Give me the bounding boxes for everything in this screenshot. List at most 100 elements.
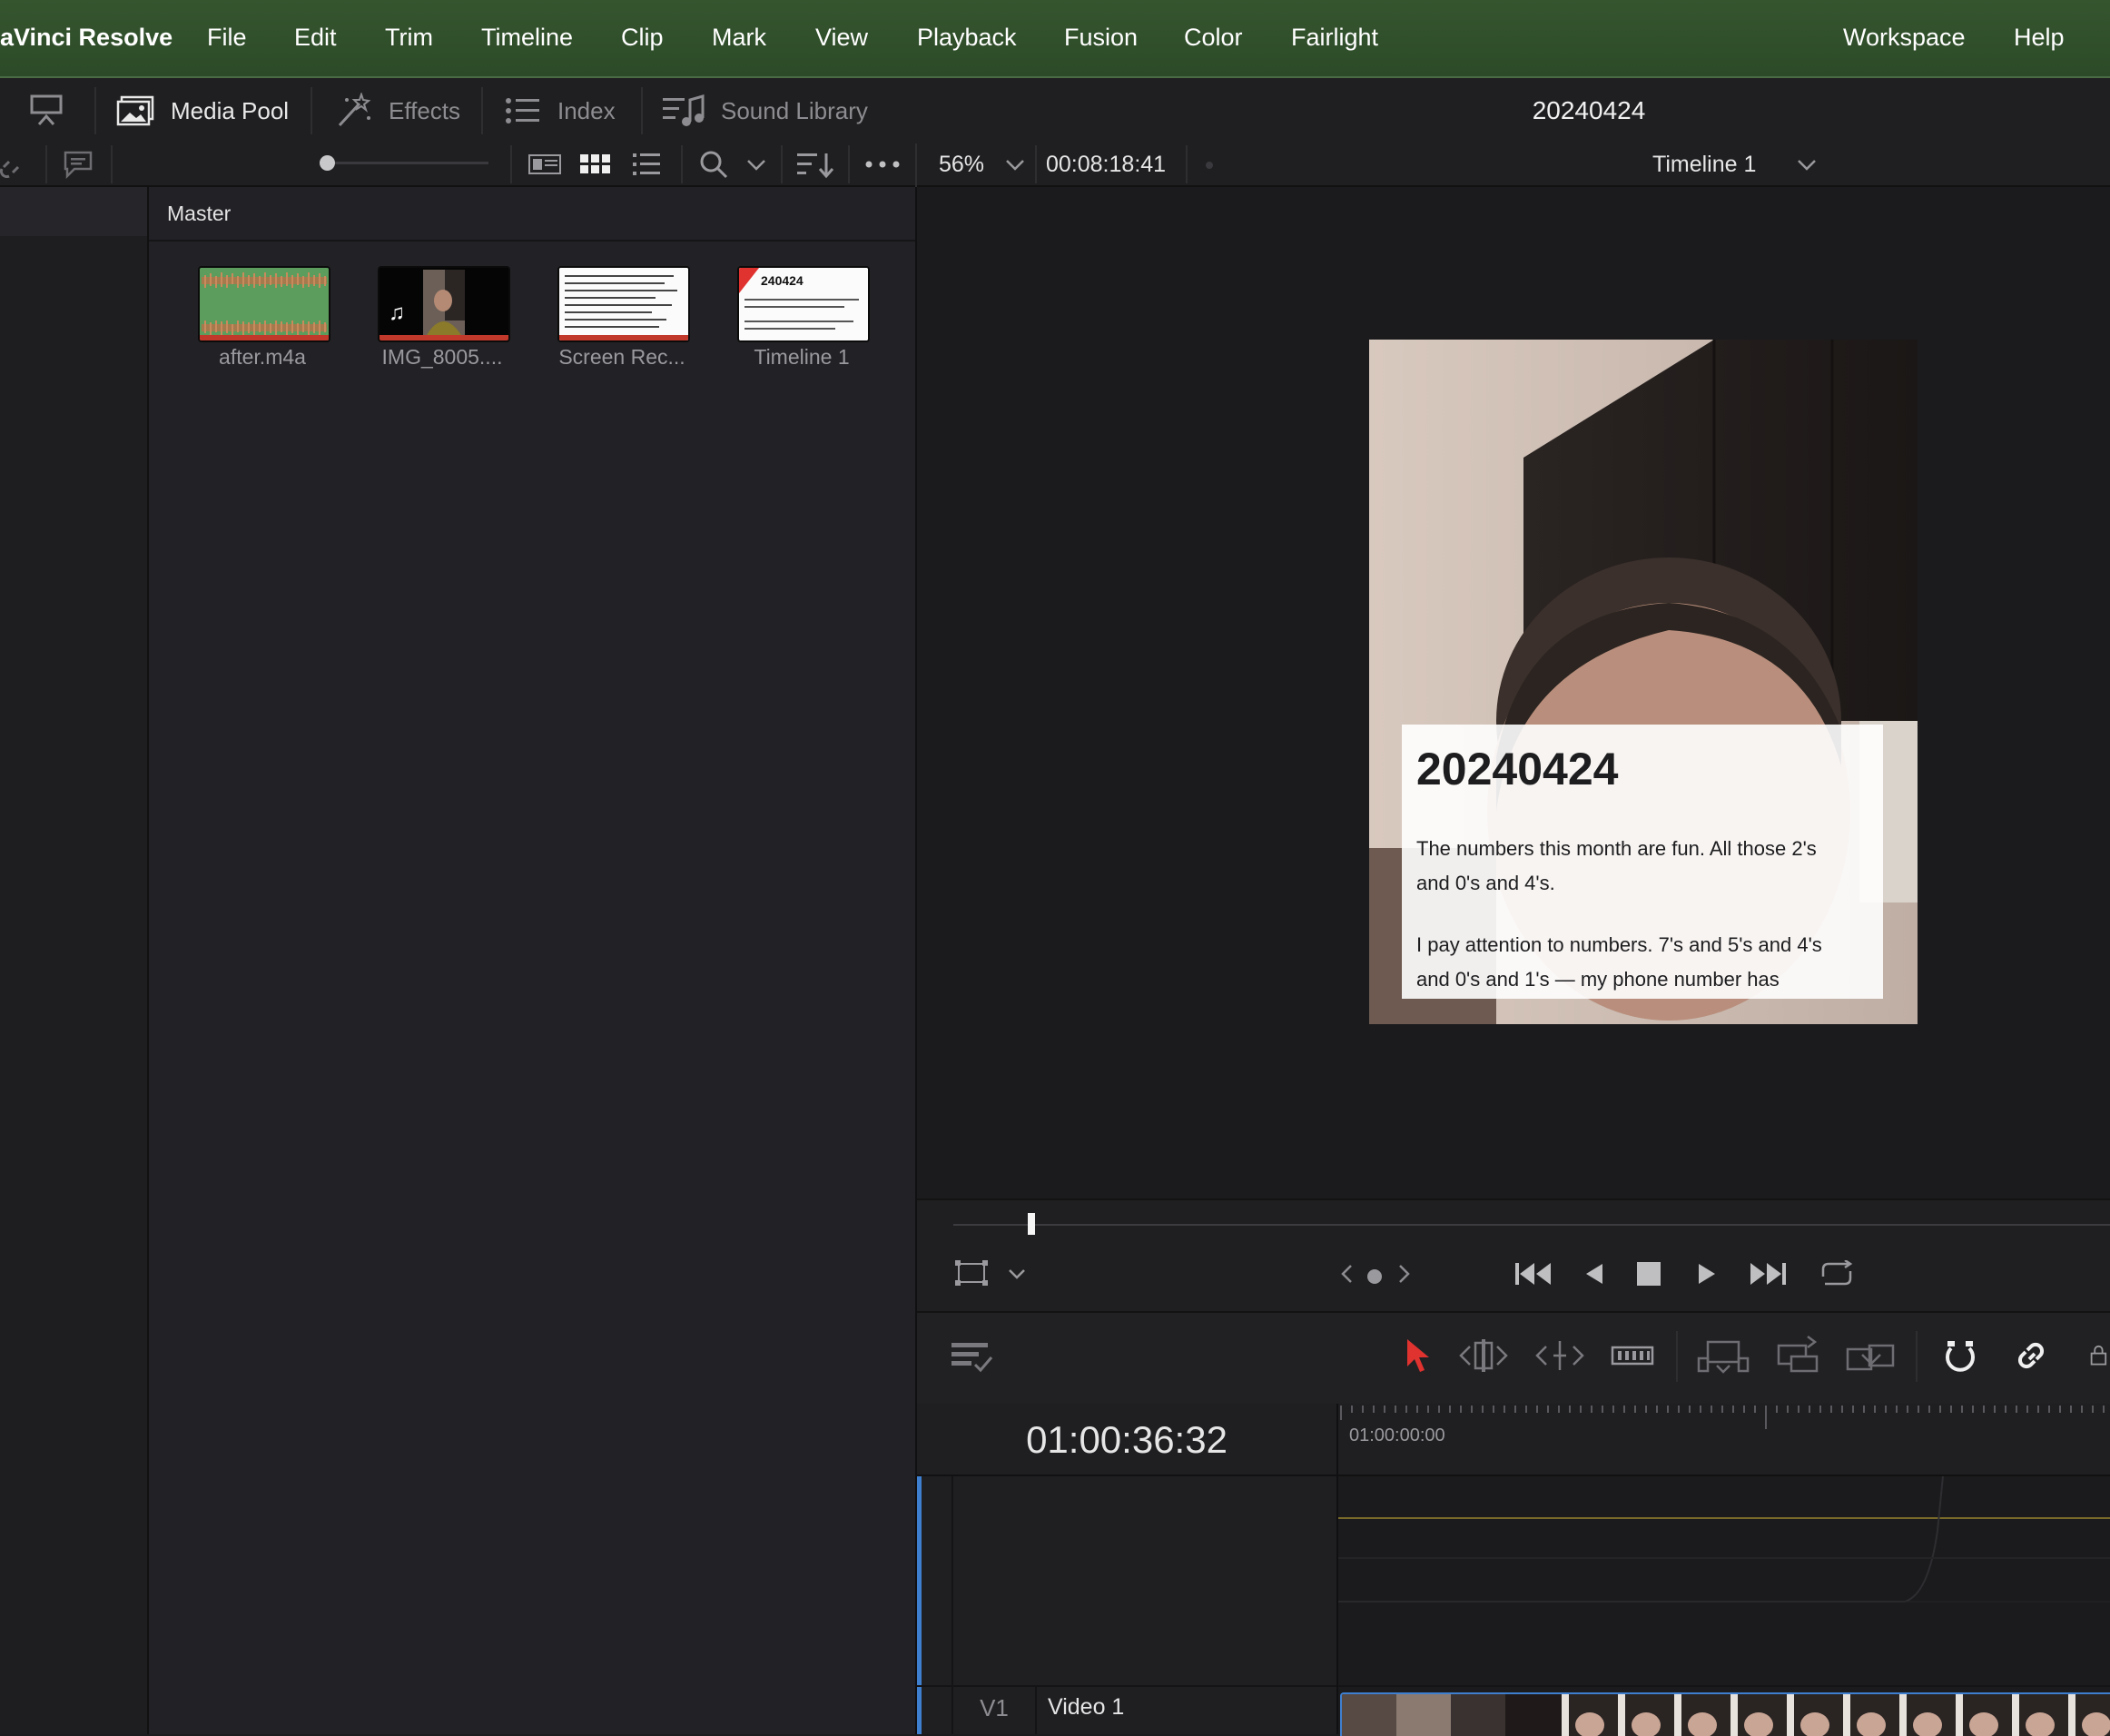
overlay-paragraph-line: and 0's and 1's — my phone number has [1416, 968, 1780, 991]
menu-file[interactable]: File [207, 0, 247, 76]
more-options-icon[interactable] [863, 149, 902, 180]
timeline-dropdown-icon[interactable] [1794, 153, 1819, 178]
clip-thumbnail-timeline[interactable]: 240424 [737, 266, 870, 342]
app-name[interactable]: aVinci Resolve [0, 0, 173, 76]
waveform-icon [200, 268, 329, 340]
toolbar-divider [1186, 145, 1188, 183]
clip-label[interactable]: Timeline 1 [711, 345, 892, 370]
selection-arrow-icon[interactable] [1398, 1335, 1436, 1376]
play-reverse-icon[interactable] [1580, 1258, 1609, 1289]
track-separator [917, 1685, 1336, 1687]
chevron-down-icon[interactable] [743, 153, 770, 178]
grid-view-icon[interactable] [577, 149, 614, 180]
jog-dot-icon[interactable] [1367, 1269, 1382, 1284]
menu-mark[interactable]: Mark [712, 0, 766, 76]
menu-fairlight[interactable]: Fairlight [1291, 0, 1378, 76]
blade-edit-icon[interactable] [1609, 1337, 1656, 1375]
toolbar-divider [1916, 1331, 1918, 1382]
menu-workspace[interactable]: Workspace [1843, 0, 1966, 76]
clip-filmstrip [1342, 1694, 2110, 1736]
sound-library-button[interactable]: Sound Library [663, 78, 868, 143]
clip-thumbnail-video[interactable]: ♫ [378, 266, 510, 342]
play-icon[interactable] [1692, 1258, 1721, 1289]
bin-list-item[interactable] [0, 187, 147, 236]
next-frame-icon[interactable] [1395, 1262, 1415, 1286]
thumbnail-size-slider[interactable] [320, 162, 488, 164]
zoom-dropdown-icon[interactable] [1002, 153, 1028, 178]
index-button[interactable]: Index [505, 78, 616, 143]
document-thumbnail-image [559, 268, 688, 340]
sort-icon[interactable] [795, 149, 835, 182]
loop-icon[interactable] [1816, 1258, 1858, 1289]
metadata-view-icon[interactable] [527, 149, 563, 180]
project-title: 20240424 [1532, 96, 1646, 124]
toolbar-divider [481, 87, 483, 134]
trim-tool-icon[interactable] [1456, 1335, 1511, 1376]
list-view-icon[interactable] [628, 149, 665, 180]
effects-button[interactable]: Effects [334, 78, 460, 143]
bin-name: Master [167, 202, 232, 225]
dynamic-trim-icon[interactable] [1533, 1335, 1587, 1376]
clip-label[interactable]: Screen Rec... [531, 345, 713, 370]
comment-filter-icon[interactable] [60, 147, 96, 182]
menu-timeline[interactable]: Timeline [481, 0, 573, 76]
track-header-divider [951, 1476, 953, 1734]
video-clip[interactable] [1340, 1692, 2110, 1736]
transport-controls [917, 1198, 2110, 1313]
sound-library-icon [663, 94, 705, 127]
menu-trim[interactable]: Trim [385, 0, 433, 76]
toolbar-divider [641, 87, 643, 134]
timeline-selector[interactable]: Timeline 1 [1652, 143, 1756, 185]
stop-icon[interactable] [1634, 1260, 1663, 1287]
previous-frame-icon[interactable] [1336, 1262, 1356, 1286]
menu-help[interactable]: Help [2014, 0, 2065, 76]
safe-area-icon[interactable] [953, 1258, 990, 1287]
panel-layout-icon[interactable] [25, 91, 67, 131]
snapping-magnet-icon[interactable] [1939, 1335, 1981, 1376]
track-area-empty[interactable] [1338, 1476, 2110, 1685]
panel-divider [915, 143, 917, 187]
menu-view[interactable]: View [815, 0, 868, 76]
interface-toolbar [0, 78, 2110, 145]
audio-guide-lines [1338, 1476, 2110, 1603]
ruler-start-timecode: 01:00:00:00 [1349, 1425, 1445, 1445]
toolbar-divider [45, 145, 47, 183]
timeline-view-options-icon[interactable] [948, 1337, 997, 1376]
status-dot-icon [1206, 162, 1213, 169]
chevron-down-icon[interactable] [1006, 1264, 1028, 1284]
menu-playback[interactable]: Playback [917, 0, 1017, 76]
clip-thumbnail-audio[interactable] [198, 266, 330, 342]
toolbar-divider [781, 145, 783, 183]
menu-edit[interactable]: Edit [294, 0, 337, 76]
menu-color[interactable]: Color [1184, 0, 1243, 76]
unlink-icon[interactable] [0, 149, 27, 180]
search-icon[interactable] [695, 147, 732, 182]
overwrite-clip-icon[interactable] [1772, 1333, 1823, 1376]
track-name[interactable]: Video 1 [1048, 1694, 1124, 1721]
track-header-divider [1035, 1685, 1037, 1734]
scrubber-handle[interactable] [1027, 1213, 1035, 1235]
clip-thumbnail-screen[interactable] [557, 266, 690, 342]
menu-clip[interactable]: Clip [621, 0, 664, 76]
media-pool-header [149, 187, 915, 242]
menu-fusion[interactable]: Fusion [1064, 0, 1138, 76]
zoom-level[interactable]: 56% [939, 143, 984, 185]
viewer-frame[interactable]: 20240424 The numbers this month are fun.… [1369, 340, 1918, 1024]
track-separator [1338, 1685, 2110, 1687]
clip-label[interactable]: IMG_8005.... [351, 345, 533, 370]
overlay-paragraph-line: I pay attention to numbers. 7's and 5's … [1416, 933, 1822, 956]
clip-label[interactable]: after.m4a [172, 345, 353, 370]
magic-wand-icon [334, 93, 372, 129]
replace-clip-icon[interactable] [1843, 1333, 1898, 1376]
media-pool-button[interactable]: Media Pool [116, 78, 289, 143]
timeline-ruler[interactable] [1338, 1404, 2110, 1476]
insert-clip-icon[interactable] [1696, 1335, 1750, 1376]
track-selection-indicator [917, 1476, 922, 1734]
thumbnail-size-slider-handle[interactable] [320, 155, 335, 171]
position-lock-icon[interactable] [2088, 1335, 2110, 1376]
effects-label: Effects [389, 96, 461, 124]
scrubber-track[interactable] [953, 1224, 2110, 1226]
skip-to-end-icon[interactable] [1747, 1258, 1789, 1289]
skip-to-start-icon[interactable] [1513, 1258, 1554, 1289]
linked-selection-icon[interactable] [2010, 1335, 2052, 1376]
